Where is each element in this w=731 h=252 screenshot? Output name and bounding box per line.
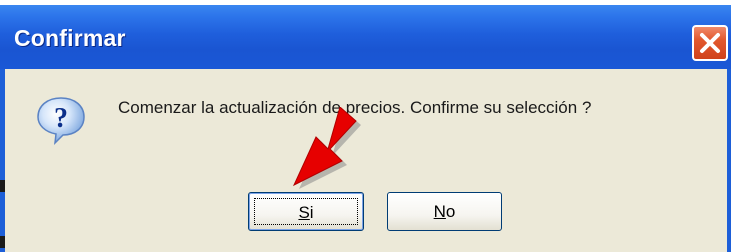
edge-mark	[0, 236, 5, 248]
focus-rectangle: Si	[254, 198, 358, 225]
yes-label-rest: i	[309, 203, 314, 222]
yes-mnemonic: S	[298, 203, 310, 222]
close-icon	[700, 33, 720, 53]
no-mnemonic: N	[433, 202, 446, 221]
edge-mark	[0, 180, 5, 192]
no-button[interactable]: No	[387, 192, 502, 231]
title-bar[interactable]: Confirmar	[0, 5, 731, 69]
no-label-rest: o	[445, 202, 456, 221]
red-arrow-icon	[292, 107, 361, 189]
close-button[interactable]	[692, 25, 728, 61]
yes-button[interactable]: Si	[248, 192, 364, 231]
question-icon: ?	[37, 97, 85, 146]
svg-text:?: ?	[54, 103, 68, 134]
dialog-title: Confirmar	[14, 25, 126, 51]
screenshot: Confirmar ? Comenzar la actualización de…	[0, 0, 731, 252]
